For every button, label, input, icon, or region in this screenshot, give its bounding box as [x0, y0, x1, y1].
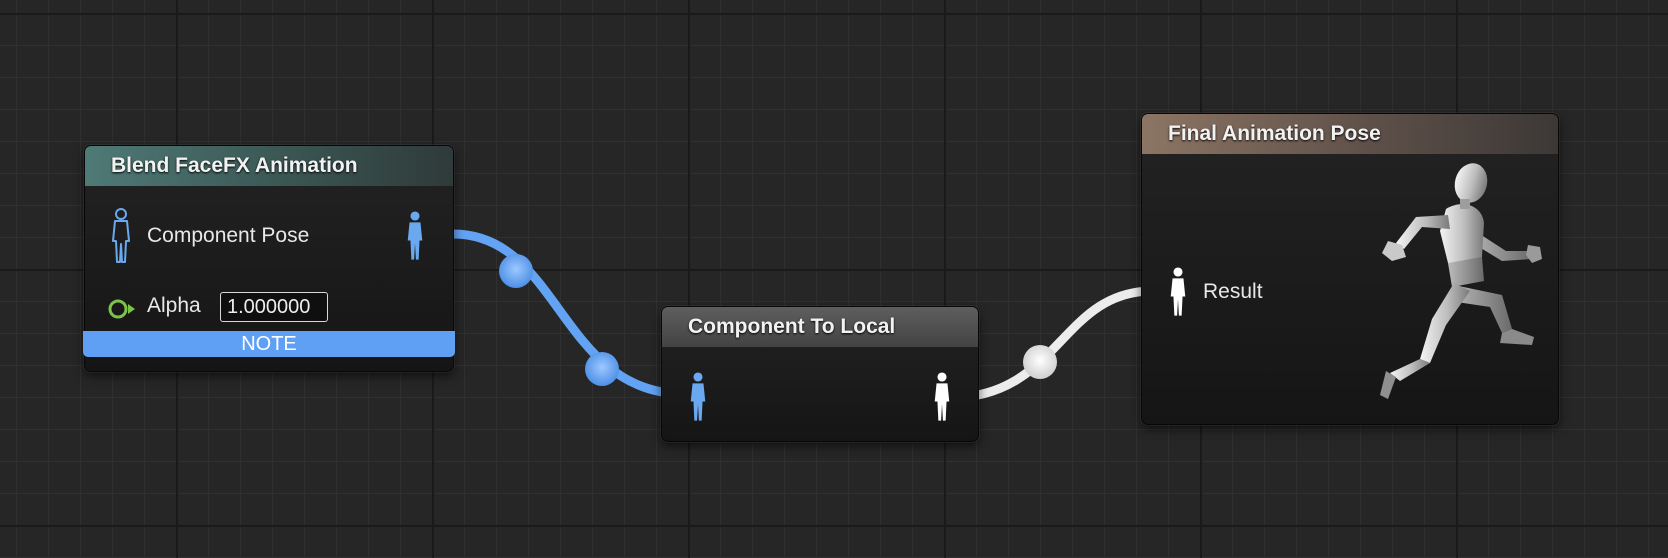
final-animation-pose-node[interactable]: Final Animation Pose Result [1141, 113, 1559, 425]
blend-facefx-node[interactable]: Blend FaceFX Animation Component Pose Al… [83, 145, 455, 372]
wire-knot[interactable] [585, 352, 619, 386]
wire-knot[interactable] [1023, 345, 1057, 379]
running-mannequin-icon [1380, 163, 1542, 399]
alpha-value-input[interactable]: 1.000000 [220, 292, 328, 322]
wire-blend-to-component[interactable] [448, 229, 690, 399]
result-input-pin-icon[interactable] [1168, 266, 1188, 318]
component-to-local-node[interactable]: Component To Local [661, 306, 979, 442]
alpha-pin-icon[interactable] [107, 297, 137, 321]
blend-output-pose-pin-icon[interactable] [405, 210, 425, 262]
component-to-local-input-pin-icon[interactable] [688, 371, 708, 423]
wire-knot[interactable] [499, 254, 533, 288]
blend-facefx-title[interactable]: Blend FaceFX Animation [85, 146, 453, 186]
note-bar[interactable]: NOTE [83, 331, 455, 357]
final-animation-pose-title[interactable]: Final Animation Pose [1142, 114, 1558, 154]
component-pose-label: Component Pose [147, 224, 310, 247]
alpha-label: Alpha [147, 294, 201, 317]
component-to-local-output-pin-icon[interactable] [932, 371, 952, 423]
component-to-local-title[interactable]: Component To Local [662, 307, 978, 347]
result-label: Result [1203, 280, 1263, 303]
component-pose-input-pin-icon[interactable] [110, 208, 132, 264]
